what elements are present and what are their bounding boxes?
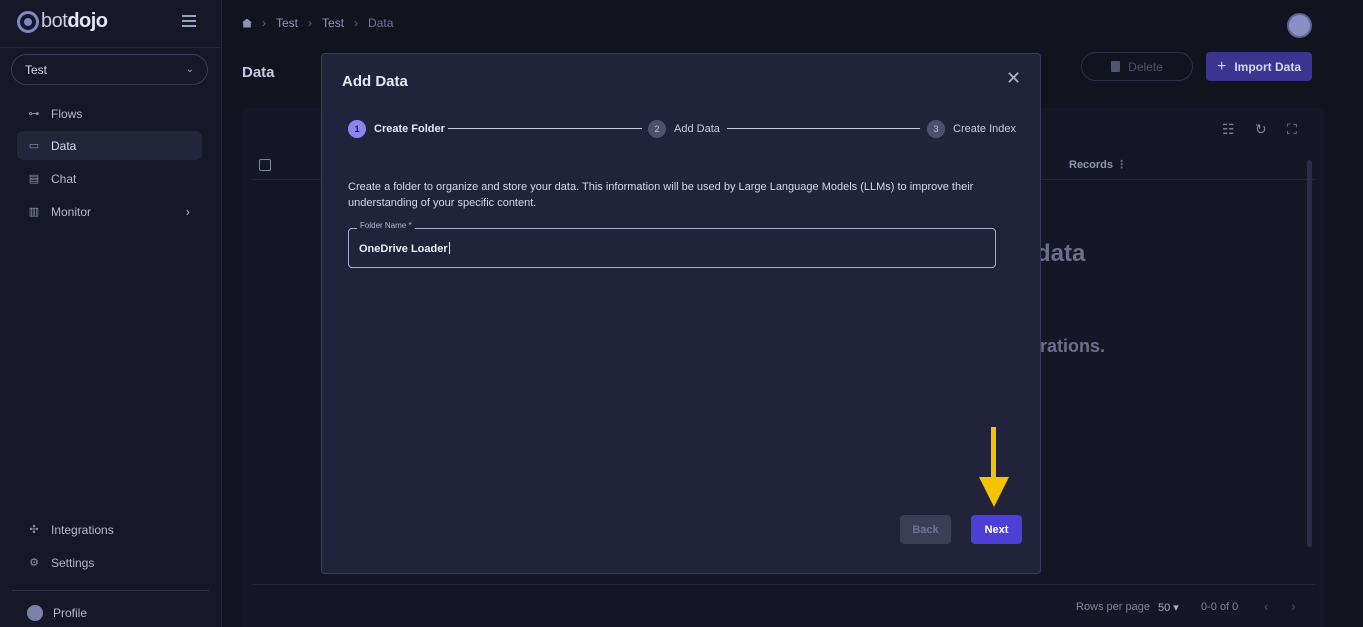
chevron-right-icon: ›: [185, 204, 190, 219]
sidebar-divider: [12, 590, 209, 591]
workspace-select[interactable]: Test ⌄: [11, 54, 208, 85]
profile-icon: [27, 604, 43, 621]
trash-icon: [1111, 61, 1121, 72]
step-number: 1: [348, 120, 366, 138]
hamburger-menu-icon[interactable]: [182, 15, 196, 27]
empty-state-title: data: [1036, 240, 1086, 267]
filter-icon[interactable]: ☷: [1222, 121, 1235, 138]
stepper-connector: [727, 128, 920, 129]
rows-per-page: Rows per page 50 ▾: [1076, 601, 1179, 614]
folder-name-value[interactable]: OneDrive Loader: [359, 242, 450, 255]
next-button[interactable]: Next: [971, 515, 1022, 544]
breadcrumb: › Test › Test › Data: [242, 16, 393, 30]
breadcrumb-current: Data: [368, 16, 394, 30]
chevron-right-icon: ›: [354, 16, 359, 30]
pagination-info: 0-0 of 0: [1201, 601, 1239, 613]
user-avatar[interactable]: [1287, 13, 1312, 38]
refresh-icon[interactable]: ↻: [1255, 121, 1267, 138]
sidebar-item-profile[interactable]: Profile: [17, 598, 202, 627]
column-header-records[interactable]: Records ⋮: [1069, 158, 1127, 171]
page-title: Data: [242, 64, 275, 81]
sidebar-item-label: Settings: [51, 555, 95, 570]
home-icon[interactable]: [242, 18, 252, 28]
folder-icon: ▭: [28, 140, 40, 152]
chevron-right-icon: ›: [262, 16, 266, 30]
breadcrumb-item[interactable]: Test: [322, 16, 344, 30]
chat-icon: ▤: [28, 173, 40, 185]
import-data-button[interactable]: + Import Data: [1206, 52, 1312, 81]
sidebar: botdojo Test ⌄ ⊶ Flows ▭ Data ▤ Chat ▥ M…: [0, 0, 222, 627]
sidebar-item-flows[interactable]: ⊶ Flows: [17, 99, 202, 128]
fullscreen-icon[interactable]: ⛶: [1287, 121, 1297, 138]
chevron-right-icon: ›: [308, 16, 313, 30]
import-label: Import Data: [1234, 59, 1302, 74]
sidebar-item-integrations[interactable]: ✣ Integrations: [17, 515, 202, 544]
plus-icon: +: [1216, 57, 1227, 75]
annotation-arrow-icon: [979, 427, 1009, 507]
delete-button[interactable]: Delete: [1081, 52, 1193, 81]
step-add-data: 2 Add Data: [648, 120, 720, 138]
logo-icon: [17, 10, 39, 33]
puzzle-icon: ✣: [29, 524, 39, 536]
sidebar-divider: [0, 47, 222, 48]
sidebar-item-label: Monitor: [51, 204, 92, 219]
dialog-title: Add Data: [342, 73, 408, 90]
sidebar-item-label: Chat: [51, 171, 77, 186]
empty-state-text: rations.: [1040, 336, 1106, 356]
scrollbar[interactable]: [1307, 160, 1312, 547]
step-create-folder: 1 Create Folder: [348, 120, 445, 138]
rows-per-page-select[interactable]: 50 ▾: [1158, 601, 1179, 614]
flows-icon: ⊶: [28, 108, 40, 120]
close-icon[interactable]: ✕: [1006, 68, 1021, 89]
sidebar-item-data[interactable]: ▭ Data: [17, 131, 202, 160]
chevron-down-icon: ⌄: [185, 64, 194, 75]
add-data-dialog: Add Data ✕ 1 Create Folder 2 Add Data 3 …: [321, 53, 1041, 574]
breadcrumb-item[interactable]: Test: [276, 16, 298, 30]
dialog-description: Create a folder to organize and store yo…: [348, 181, 974, 209]
table-footer-divider: [252, 584, 1315, 585]
select-all-checkbox[interactable]: [259, 159, 271, 171]
sidebar-item-chat[interactable]: ▤ Chat: [17, 164, 202, 193]
delete-label: Delete: [1128, 59, 1163, 74]
sidebar-item-label: Data: [51, 138, 77, 153]
sidebar-item-monitor[interactable]: ▥ Monitor ›: [17, 197, 202, 226]
stepper-connector: [448, 128, 642, 129]
rows-per-page-label: Rows per page: [1076, 601, 1150, 613]
step-label: Add Data: [674, 123, 720, 135]
sidebar-item-label: Profile: [53, 605, 88, 620]
sidebar-item-label: Integrations: [51, 522, 114, 537]
sidebar-item-label: Flows: [51, 106, 83, 121]
next-page-icon[interactable]: ›: [1291, 598, 1296, 614]
step-label: Create Folder: [374, 123, 445, 135]
step-number: 3: [927, 120, 945, 138]
chart-icon: ▥: [28, 206, 40, 218]
folder-name-label: Folder Name *: [357, 221, 415, 230]
logo[interactable]: botdojo: [17, 10, 108, 33]
logo-text: botdojo: [41, 10, 108, 32]
workspace-value: Test: [25, 62, 48, 77]
gear-icon: ⚙: [29, 557, 39, 569]
prev-page-icon[interactable]: ‹: [1264, 598, 1269, 614]
step-number: 2: [648, 120, 666, 138]
sidebar-item-settings[interactable]: ⚙ Settings: [17, 548, 202, 577]
step-create-index: 3 Create Index: [927, 120, 1016, 138]
step-label: Create Index: [953, 123, 1016, 135]
back-button[interactable]: Back: [900, 515, 951, 544]
